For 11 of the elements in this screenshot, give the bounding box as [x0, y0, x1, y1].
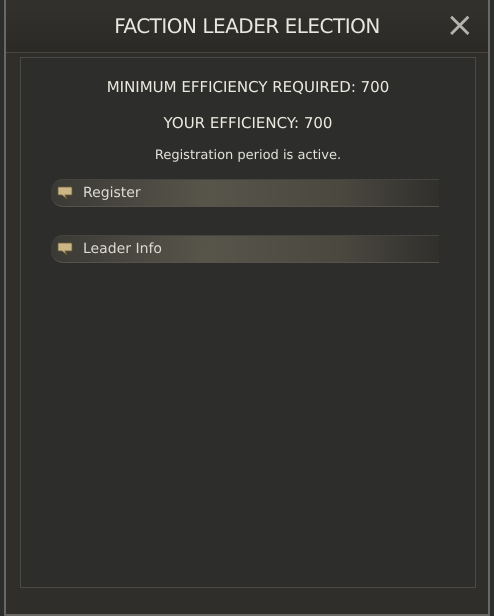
option-label: Register: [83, 185, 141, 201]
option-label: Leader Info: [83, 241, 162, 257]
menu-option[interactable]: Leader Info: [51, 235, 439, 263]
status-text: Registration period is active.: [154, 148, 342, 163]
speech-bubble-icon: [57, 186, 73, 200]
window-title: FACTION LEADER ELECTION: [114, 14, 380, 38]
speech-bubble-icon: [57, 242, 73, 256]
efficiency-text: MINIMUM EFFICIENCY REQUIRED: 700: [106, 78, 390, 96]
close-button[interactable]: ×: [446, 10, 474, 40]
efficiency-text: YOUR EFFICIENCY: 700: [162, 114, 334, 132]
menu-option[interactable]: Register: [51, 179, 439, 207]
